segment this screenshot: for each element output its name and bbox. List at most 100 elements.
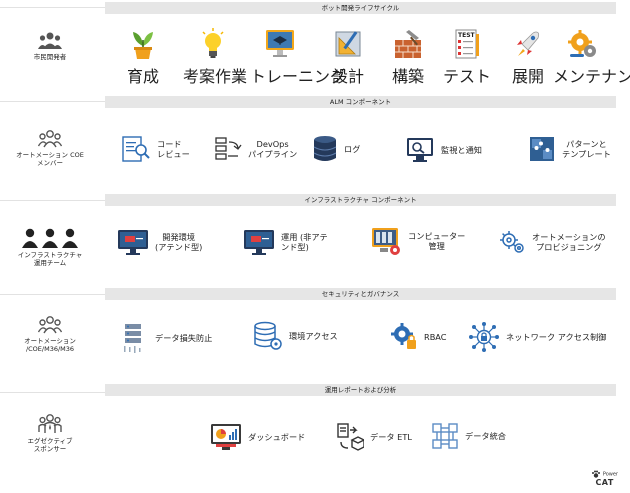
desktop-icon xyxy=(244,230,274,255)
brick-wall-icon xyxy=(395,30,421,58)
lifecycle-label: トレーニング xyxy=(250,67,347,86)
security-header: セキュリティとガバナンス xyxy=(105,288,616,300)
reporting-dashboard: ダッシュボード xyxy=(210,422,305,452)
database-gear-icon xyxy=(254,321,282,350)
security-label: ネットワーク アクセス制御 xyxy=(506,332,607,342)
alm-patterns-templates: パターンと テンプレート xyxy=(528,134,611,164)
server-data-icon xyxy=(124,324,141,353)
infra-provisioning: オートメーションの プロビジョニング xyxy=(498,228,606,256)
row-divider xyxy=(0,294,105,295)
alm-label: コード レビュー xyxy=(157,139,190,159)
plant-icon xyxy=(133,32,153,59)
lifecycle-training: トレーニング xyxy=(250,28,347,87)
data-integration-icon xyxy=(432,423,458,449)
persona-executive-sponsor: エグゼクティブ スポンサー xyxy=(0,414,100,453)
reporting-label: ダッシュボード xyxy=(248,432,306,442)
lifecycle-ideation: 考案作業 xyxy=(183,28,247,87)
persona-label: オートメーション COE メンバー xyxy=(16,151,84,167)
reporting-row: 運用レポートおよび分析 エグゼクティブ スポンサー ダッシュボード データ ET… xyxy=(0,384,630,484)
group-people-icon xyxy=(38,32,62,49)
reporting-header: 運用レポートおよび分析 xyxy=(105,384,616,396)
lifecycle-nurture: 育成 xyxy=(113,28,173,87)
data-etl-icon xyxy=(337,423,364,451)
computer-management-icon xyxy=(372,228,400,255)
executive-team-icon xyxy=(38,414,62,433)
database-icon xyxy=(313,136,337,161)
lifecycle-label: 構築 xyxy=(391,67,424,86)
alm-logs: ログ xyxy=(312,134,360,164)
logo-bottom: CAT xyxy=(595,478,614,487)
row-divider xyxy=(0,200,105,201)
design-tools-icon xyxy=(335,31,361,57)
security-rbac: RBAC xyxy=(390,322,446,352)
rbac-gear-icon xyxy=(391,323,416,349)
puzzle-icon xyxy=(530,137,554,161)
persona-coe-member: オートメーション COE メンバー xyxy=(0,130,100,167)
infra-dev-env: 開発環境 (アテンド型) xyxy=(117,228,202,256)
lifecycle-label: 展開 xyxy=(511,67,544,86)
infra-header: インフラストラクチャ コンポーネント xyxy=(105,194,616,206)
reporting-label: データ統合 xyxy=(465,431,506,441)
alm-label: ログ xyxy=(344,144,361,154)
lifecycle-maintenance: メンテナンス xyxy=(553,28,630,87)
desktop-icon xyxy=(118,230,148,255)
reporting-label: データ ETL xyxy=(370,432,412,442)
security-env-access: 環境アクセス xyxy=(253,320,338,352)
alm-label: パターンと テンプレート xyxy=(562,139,611,159)
alm-row: ALM コンポーネント オートメーション COE メンバー コード レビュー D… xyxy=(0,96,630,196)
alm-header: ALM コンポーネント xyxy=(105,96,616,108)
security-network-access: ネットワーク アクセス制御 xyxy=(468,321,606,353)
dashboard-icon xyxy=(211,424,241,450)
persona-infra-ops: インフラストラクチャ 運用チーム xyxy=(0,228,100,267)
reporting-data-etl: データ ETL xyxy=(336,422,412,452)
alm-label: DevOps パイプライン xyxy=(248,139,298,159)
svg-text:TEST: TEST xyxy=(458,32,476,39)
infra-label: コンピューター 管理 xyxy=(408,231,466,251)
rocket-icon xyxy=(517,31,540,56)
lifecycle-label: メンテナンス xyxy=(553,67,630,86)
persona-label: 市民開発者 xyxy=(33,53,67,61)
training-monitor-icon xyxy=(266,30,294,57)
alm-monitoring: 監視と通知 xyxy=(405,136,482,164)
persona-label: エグゼクティブ スポンサー xyxy=(27,437,73,453)
team-icon xyxy=(38,130,62,148)
lifecycle-test: TEST テスト xyxy=(437,28,497,87)
team-icon xyxy=(38,316,62,334)
test-checklist-icon: TEST xyxy=(455,29,479,59)
lifecycle-build: 構築 xyxy=(378,28,438,87)
code-review-icon xyxy=(122,136,150,162)
security-label: 環境アクセス xyxy=(289,331,338,341)
alm-label: 監視と通知 xyxy=(441,145,482,155)
power-cat-logo: Power CAT xyxy=(591,470,618,487)
persona-label: インフラストラクチャ 運用チーム xyxy=(17,251,83,267)
security-row: セキュリティとガバナンス オートメーション /COE/M36/M36 データ損失… xyxy=(0,288,630,384)
gears-outline-icon xyxy=(500,231,524,253)
security-dlp: データ損失防止 xyxy=(121,322,212,354)
lightbulb-icon xyxy=(202,28,224,58)
pipeline-icon xyxy=(215,137,242,160)
alm-code-review: コード レビュー xyxy=(121,134,190,164)
lifecycle-design: 設計 xyxy=(318,28,378,87)
lifecycle-header: ボット開発ライフサイクル xyxy=(105,2,616,14)
row-divider xyxy=(0,392,105,393)
infra-row: インフラストラクチャ コンポーネント インフラストラクチャ 運用チーム 開発環境… xyxy=(0,194,630,290)
infra-label: オートメーションの プロビジョニング xyxy=(532,232,606,252)
cat-paw-icon xyxy=(592,470,601,478)
infra-label: 運用 (非アテ ンド型) xyxy=(281,232,328,252)
infra-computer-mgmt: コンピューター 管理 xyxy=(370,226,465,256)
security-label: RBAC xyxy=(424,332,447,342)
gears-icon xyxy=(568,30,596,57)
network-lock-icon xyxy=(469,322,499,352)
persona-label: オートメーション /COE/M36/M36 xyxy=(24,337,76,353)
persona-citizen-developer: 市民開発者 xyxy=(0,32,100,61)
infra-label: 開発環境 (アテンド型) xyxy=(155,232,203,252)
monitor-alert-icon xyxy=(407,138,433,162)
lifecycle-label: 育成 xyxy=(126,67,159,86)
alm-devops-pipeline: DevOps パイプライン xyxy=(214,134,297,164)
security-label: データ損失防止 xyxy=(155,333,213,343)
lifecycle-label: テスト xyxy=(442,67,491,86)
persona-automation-coe: オートメーション /COE/M36/M36 xyxy=(0,316,100,353)
lifecycle-row: ボット開発ライフサイクル 市民開発者 育成 考案作業 トレーニング 設計 構築 … xyxy=(0,0,630,100)
reporting-data-integration: データ統合 xyxy=(431,422,506,450)
lifecycle-label: 設計 xyxy=(331,67,364,86)
